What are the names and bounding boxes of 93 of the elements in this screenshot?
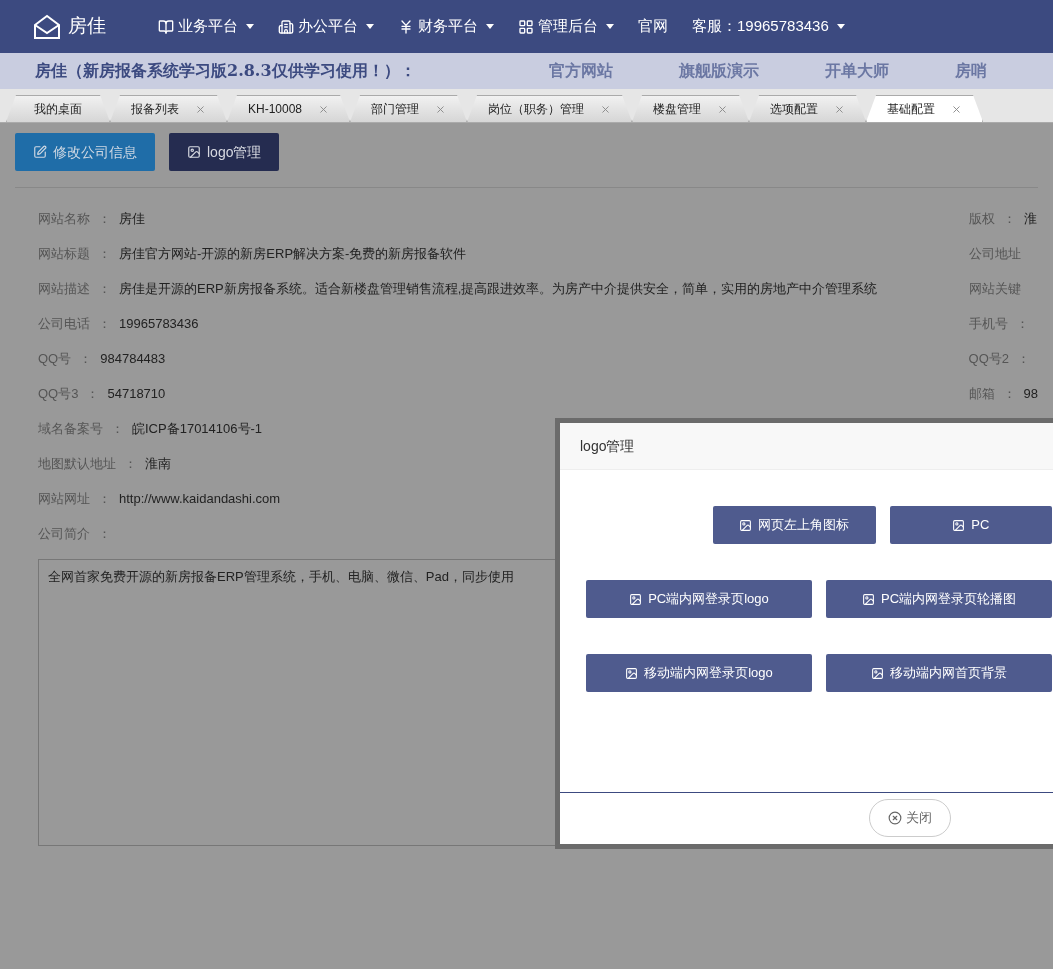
field-label: QQ号 (38, 349, 72, 368)
field-value: 房佳官方网站-开源的新房ERP解决方案-免费的新房报备软件 (119, 244, 467, 263)
edit-icon (33, 145, 47, 159)
close-icon[interactable] (834, 103, 846, 115)
tab[interactable]: 基础配置 (866, 95, 984, 122)
logo-manage-button[interactable]: logo管理 (169, 133, 280, 171)
tab[interactable]: 选项配置 (749, 95, 867, 122)
colon: ： (124, 454, 137, 473)
field-value: 淮南 (145, 454, 171, 473)
dialog-title: logo管理 (580, 436, 635, 456)
close-icon[interactable] (318, 103, 330, 115)
field-label: 公司简介 (38, 524, 90, 543)
house-envelope-icon (32, 12, 62, 41)
colon: ： (79, 349, 93, 368)
edit-company-button[interactable]: 修改公司信息 (15, 133, 155, 171)
colon: ： (1002, 209, 1016, 228)
image-icon (861, 592, 875, 606)
upload-logo-button[interactable]: 网页左上角图标 (713, 506, 876, 544)
field-label: QQ号2 (968, 349, 1009, 368)
upload-logo-button[interactable]: 移动端内网登录页logo (586, 654, 812, 692)
caret-icon (836, 24, 845, 29)
close-icon[interactable] (600, 103, 612, 115)
field-value: 淮 (1023, 209, 1037, 228)
tab[interactable]: 报备列表 (110, 95, 227, 122)
image-icon (629, 592, 643, 606)
colon: ： (111, 419, 124, 438)
brand-name: 房佳 (68, 14, 106, 39)
field-value: 984784483 (100, 349, 166, 368)
field-value: http://www.kaidandashi.com (119, 489, 281, 508)
field-label: 公司地址 (968, 244, 1021, 263)
image-icon (625, 666, 639, 680)
colon: ： (86, 384, 100, 403)
field-label: 邮箱 (968, 384, 995, 403)
close-button[interactable]: 关闭 (869, 798, 951, 837)
caret-icon (606, 24, 614, 29)
upload-logo-button[interactable]: PC (889, 506, 1052, 544)
tab[interactable]: 部门管理 (350, 95, 468, 122)
colon: ： (98, 314, 111, 333)
colon: ： (98, 524, 111, 543)
banner-title: 房佳（新房报备系统学习版2.8.3仅供学习使用！）： (34, 60, 417, 82)
image-icon (871, 666, 884, 680)
nav-menu-item[interactable]: 官网 (626, 0, 680, 53)
nav-menu-item[interactable]: 管理后台 (506, 0, 626, 53)
tab[interactable]: KH-10008 (227, 95, 351, 122)
field-label: 网站标题 (38, 244, 90, 263)
book-icon (158, 18, 174, 35)
colon: ： (98, 489, 111, 508)
yen-icon (398, 18, 414, 35)
caret-icon (486, 24, 494, 29)
nav-menu-item[interactable]: 财务平台 (386, 0, 506, 53)
caret-icon (366, 24, 374, 29)
field-label: 手机号 (968, 314, 1008, 333)
colon: ： (1002, 384, 1016, 403)
field-label: 网站网址 (38, 489, 90, 508)
nav-menu-item[interactable]: 业务平台 (146, 0, 266, 53)
field-value: 房佳 (119, 209, 145, 228)
field-value: 19965783436 (119, 314, 199, 333)
field-label: 地图默认地址 (38, 454, 116, 473)
field-label: 版权 (968, 209, 995, 228)
image-icon (187, 145, 201, 159)
close-icon[interactable] (951, 103, 963, 115)
close-icon[interactable] (195, 103, 206, 115)
field-value: 皖ICP备17014106号-1 (132, 419, 263, 438)
colon: ： (1015, 314, 1029, 333)
nav-menu-item[interactable]: 客服：19965783436 (680, 0, 857, 53)
image-icon (952, 518, 966, 532)
building-icon (278, 18, 294, 35)
caret-icon (246, 24, 254, 29)
field-label: 网站关键 (968, 279, 1021, 298)
image-icon (739, 518, 753, 532)
field-value: 98 (1023, 384, 1038, 403)
colon: ： (98, 209, 111, 228)
tab[interactable]: 我的桌面 (6, 95, 110, 122)
upload-logo-button[interactable]: PC端内网登录页轮播图 (826, 580, 1052, 618)
field-label: 域名备案号 (38, 419, 103, 438)
field-label: QQ号3 (38, 384, 79, 403)
field-value: 房佳是开源的ERP新房报备系统。适合新楼盘管理销售流程,提高跟进效率。为房产中介提供安全，简单，实用的房地产中介管理系统 (119, 279, 878, 298)
grid-icon (518, 18, 534, 35)
nav-menu-item[interactable]: 办公平台 (266, 0, 386, 53)
close-icon[interactable] (717, 103, 729, 115)
field-label: 网站描述 (38, 279, 90, 298)
field-label: 公司电话 (38, 314, 90, 333)
tab[interactable]: 楼盘管理 (632, 95, 750, 122)
upload-logo-button[interactable]: PC端内网登录页logo (586, 580, 812, 618)
colon: ： (98, 279, 111, 298)
close-icon (888, 810, 902, 825)
upload-logo-button[interactable]: 移动端内网首页背景 (826, 654, 1052, 692)
colon: ： (1017, 349, 1030, 368)
field-label: 网站名称 (38, 209, 90, 228)
field-value: 54718710 (107, 384, 166, 403)
tab[interactable]: 岗位（职务）管理 (467, 95, 633, 122)
colon: ： (98, 244, 111, 263)
close-icon[interactable] (435, 103, 447, 115)
